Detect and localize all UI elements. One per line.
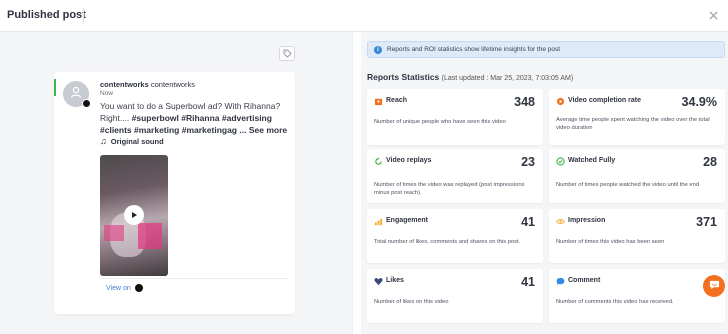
stat-label: Comment (568, 277, 601, 284)
comment-icon (556, 277, 565, 286)
post-username: contentworks contentworks (100, 80, 195, 89)
stat-description: Number of times this video has been seen (556, 239, 665, 245)
tag-icon (282, 45, 292, 63)
title-divider (83, 8, 84, 24)
stat-card-video-completion-rate: Video completion rate 34.9% Average time… (549, 89, 725, 145)
status-indicator (54, 79, 56, 96)
stat-label: Reach (386, 97, 408, 104)
music-note-icon: ♫ (100, 136, 107, 146)
post-time: Now (100, 90, 114, 97)
pane-scrollbar[interactable] (352, 32, 361, 334)
reach-icon (374, 97, 383, 106)
stat-card-reach: Reach 348 Number of unique people who ha… (367, 89, 543, 145)
replay-icon (374, 157, 383, 166)
top-bar: Published post (0, 0, 728, 32)
info-banner: i Reports and ROI statistics show lifeti… (367, 41, 725, 58)
sound-label: ♫ Original sound (100, 136, 164, 146)
sound-name: Original sound (110, 137, 164, 146)
tiktok-icon (82, 99, 91, 108)
stat-value: 28 (703, 155, 717, 169)
stat-label: Impression (568, 217, 606, 224)
stat-value: 41 (521, 215, 535, 229)
stats-title: Reports Statistics (Last updated : Mar 2… (367, 72, 573, 82)
impression-icon (556, 217, 565, 226)
view-on-tiktok-link[interactable]: View on (106, 284, 143, 292)
stat-label: Engagement (386, 217, 429, 224)
stat-card-likes: Likes 41 Number of likes on this video (367, 269, 543, 323)
tiktok-icon (134, 284, 143, 292)
stat-label: Video completion rate (568, 97, 641, 104)
stat-card-impression: Impression 371 Number of times this vide… (549, 209, 725, 263)
stat-description: Number of times people watched the video… (556, 182, 700, 188)
stats-updated: (Last updated : Mar 25, 2023, 7:03:05 AM… (441, 75, 574, 82)
stat-card-watched-fully: Watched Fully 28 Number of times people … (549, 149, 725, 203)
close-icon[interactable] (709, 9, 718, 23)
stat-description: Total number of likes, comments and shar… (374, 239, 521, 245)
info-banner-text: Reports and ROI statistics show lifetime… (387, 46, 561, 53)
chat-icon (709, 277, 720, 295)
chat-launcher-button[interactable] (703, 275, 725, 297)
stat-label: Watched Fully (568, 157, 616, 164)
stat-value: 34.9% (681, 95, 717, 109)
stats-heading: Reports Statistics (367, 72, 440, 82)
card-divider (100, 278, 288, 279)
video-thumbnail[interactable] (100, 155, 168, 276)
engagement-icon (374, 217, 383, 226)
stat-value: 348 (514, 95, 535, 109)
stat-description: Number of unique people who have seen th… (374, 119, 506, 125)
report-pane: i Reports and ROI statistics show lifeti… (361, 32, 728, 334)
stat-description: Number of comments this video has receiv… (556, 299, 674, 305)
post-handle: contentworks (150, 80, 196, 89)
stat-card-comment: Comment Number of comments this video ha… (549, 269, 725, 323)
see-more-link[interactable]: ... See more (239, 125, 287, 135)
video-overlay-right (138, 223, 162, 249)
heart-icon (374, 277, 383, 286)
page-title: Published post (7, 9, 86, 21)
post-card: contentworks contentworks Now You want t… (54, 72, 295, 314)
stat-value: 371 (696, 215, 717, 229)
tag-button[interactable] (279, 46, 295, 61)
stat-description: Number of times the video was replayed (… (374, 182, 525, 196)
watched-icon (556, 157, 565, 166)
stat-description: Average time people spent watching the v… (556, 117, 710, 131)
post-caption: You want to do a Superbowl ad? With Riha… (100, 100, 290, 136)
post-author: contentworks (100, 80, 149, 89)
user-icon (69, 85, 83, 104)
stat-value: 41 (521, 275, 535, 289)
stat-description: Number of likes on this video (374, 299, 449, 305)
stat-card-engagement: Engagement 41 Total number of likes, com… (367, 209, 543, 263)
play-icon[interactable] (124, 205, 144, 225)
video-overlay-left (104, 225, 124, 241)
stat-label: Likes (386, 277, 404, 284)
completion-icon (556, 97, 565, 106)
info-icon: i (374, 45, 382, 54)
stat-label: Video replays (386, 157, 432, 164)
view-on-label: View on (106, 284, 131, 292)
stat-card-video-replays: Video replays 23 Number of times the vid… (367, 149, 543, 203)
post-preview-pane: contentworks contentworks Now You want t… (0, 32, 352, 334)
stat-value: 23 (521, 155, 535, 169)
